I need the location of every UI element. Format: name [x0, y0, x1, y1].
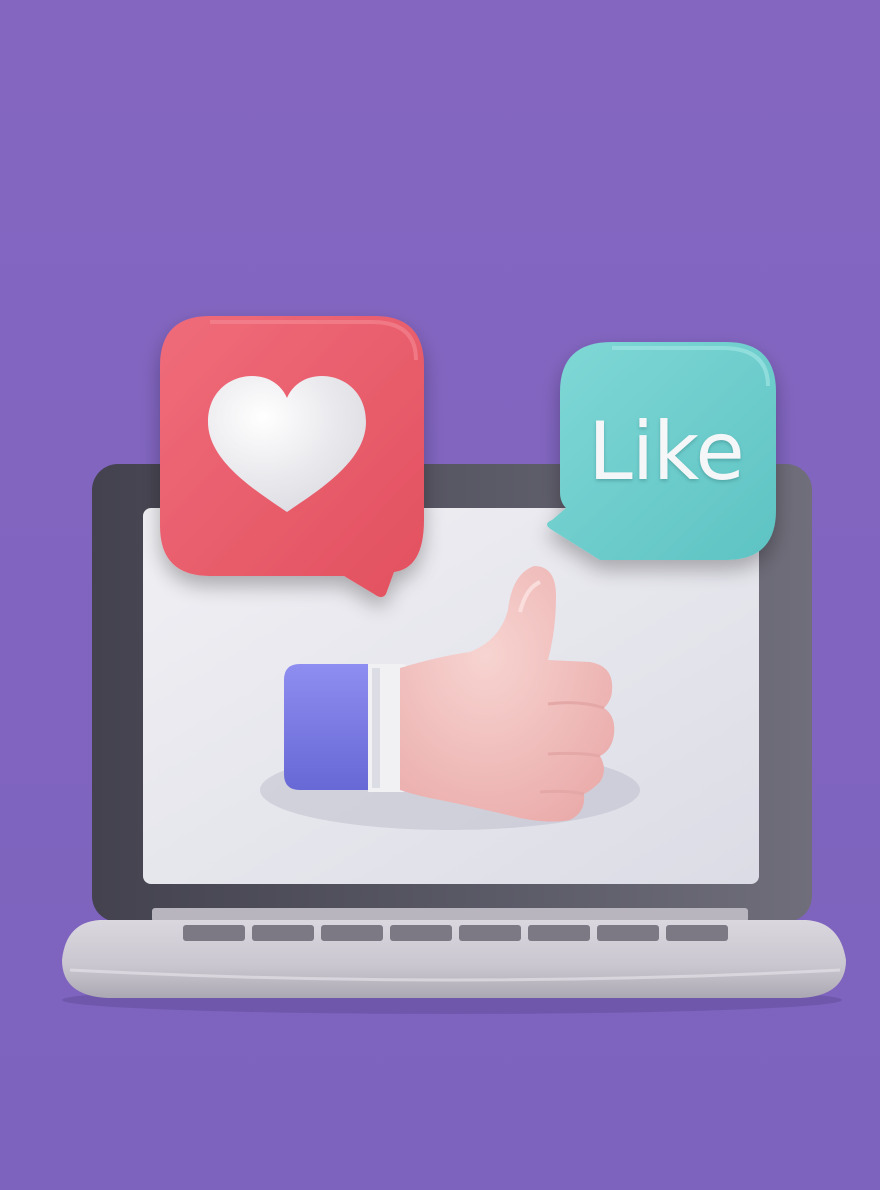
- illustration-scene: Like: [0, 0, 880, 1190]
- sleeve: [284, 664, 374, 790]
- heart-bubble: [160, 316, 424, 597]
- laptop-base: [62, 920, 846, 998]
- like-bubble: [547, 342, 776, 560]
- speech-bubble-icon: [547, 342, 776, 560]
- illustration-svg: [0, 0, 880, 1190]
